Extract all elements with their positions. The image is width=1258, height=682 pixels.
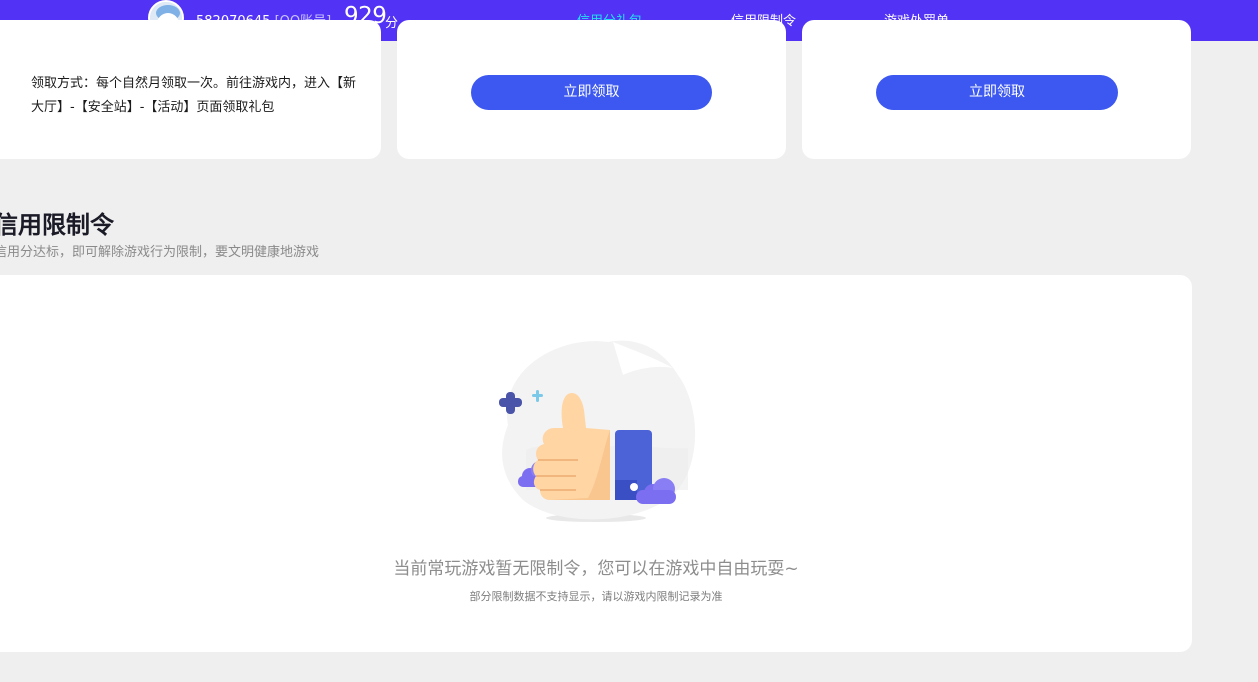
thumbs-up-icon xyxy=(499,340,696,522)
claim-method-text: 领取方式：每个自然月领取一次。前往游戏内，进入【新大厅】-【安全站】-【活动】页… xyxy=(31,76,357,115)
gift-card-2: 立即领取 xyxy=(397,20,786,159)
section-title: 信用限制令 xyxy=(0,211,114,239)
section-subtitle: 信用分达标，即可解除游戏行为限制，要文明健康地游戏 xyxy=(0,245,320,260)
claim-now-button[interactable]: 立即领取 xyxy=(471,75,712,110)
empty-state-illustration xyxy=(488,330,708,530)
empty-state-note: 部分限制数据不支持显示，请以游戏内限制记录为准 xyxy=(469,590,723,603)
credit-score-unit: 分 xyxy=(385,16,399,31)
claim-now-button[interactable]: 立即领取 xyxy=(876,75,1118,110)
empty-state-title: 当前常玩游戏暂无限制令，您可以在游戏中自由玩耍~ xyxy=(393,559,799,579)
gift-card-claim-info: 领取方式：每个自然月领取一次。前往游戏内，进入【新大厅】-【安全站】-【活动】页… xyxy=(0,20,381,159)
gift-card-3: 立即领取 xyxy=(802,20,1191,159)
